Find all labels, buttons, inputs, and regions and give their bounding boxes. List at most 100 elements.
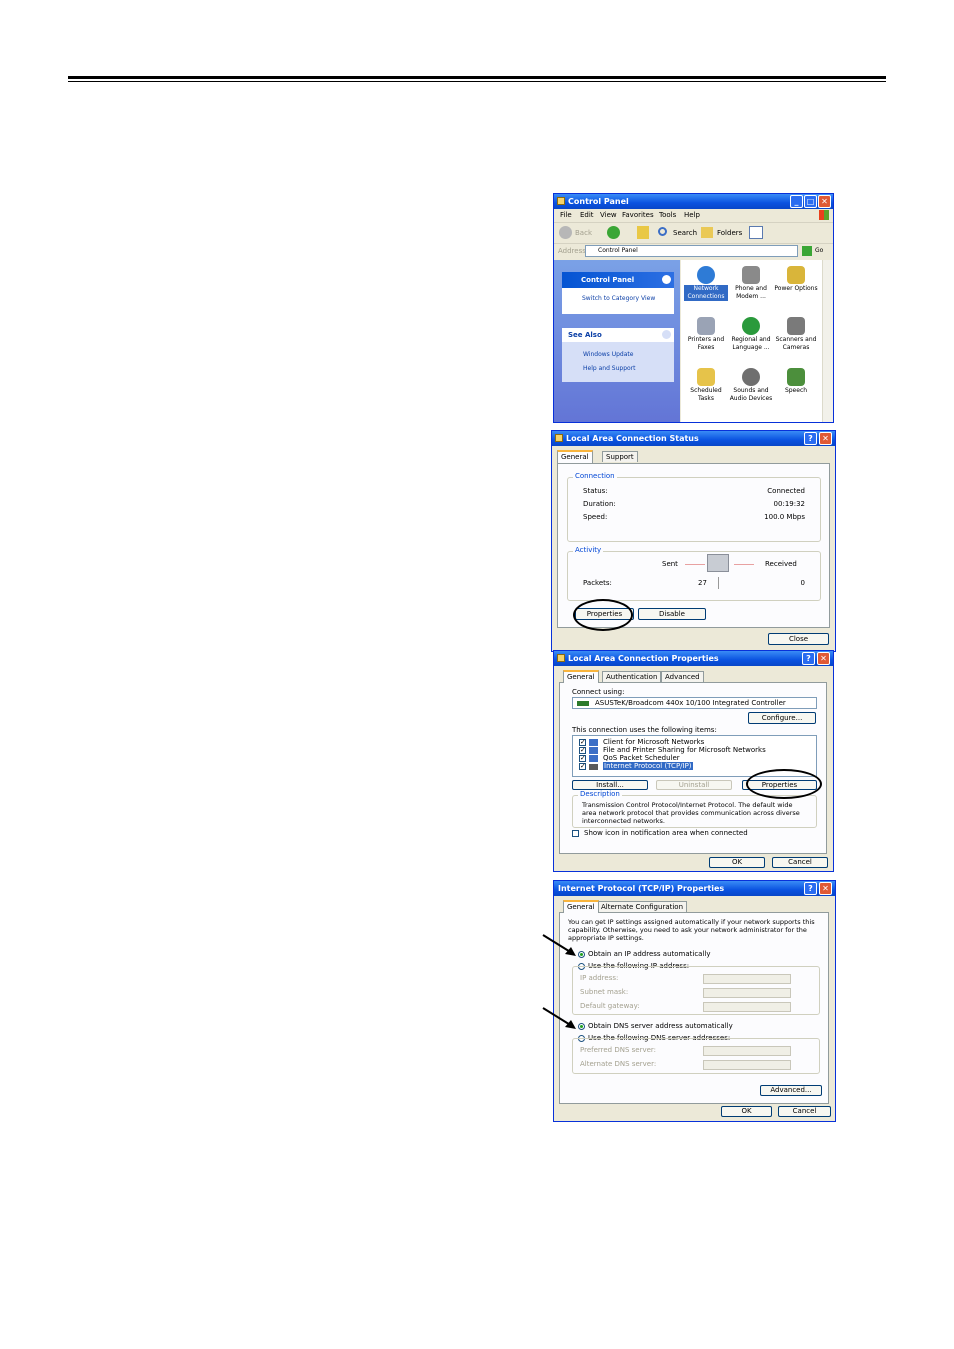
- cancel-button[interactable]: Cancel: [772, 857, 828, 868]
- scheduled-tasks-item[interactable]: Scheduled Tasks: [684, 368, 728, 403]
- tab-advanced[interactable]: Advanced: [661, 671, 704, 682]
- tab-alternate-configuration[interactable]: Alternate Configuration: [597, 901, 688, 912]
- folder-icon: [557, 197, 565, 205]
- item-qos[interactable]: QoS Packet Scheduler: [603, 754, 680, 762]
- description-text: Transmission Control Protocol/Internet P…: [582, 801, 800, 825]
- search-icon[interactable]: [658, 227, 667, 236]
- header-rule-thin: [68, 81, 886, 82]
- collapse-icon[interactable]: [662, 330, 671, 339]
- disable-button[interactable]: Disable: [638, 608, 706, 620]
- ok-button[interactable]: OK: [709, 857, 765, 868]
- scanners-cameras-item[interactable]: Scanners and Cameras: [774, 317, 818, 352]
- address-bar: Address Control Panel Go: [554, 244, 833, 259]
- address-input[interactable]: Control Panel: [585, 245, 798, 257]
- default-gateway-label: Default gateway:: [580, 1002, 640, 1010]
- views-icon[interactable]: [749, 226, 763, 239]
- qos-icon: [589, 755, 598, 762]
- up-folder-icon[interactable]: [637, 226, 649, 239]
- menu-help[interactable]: Help: [684, 211, 700, 219]
- go-button[interactable]: Go: [815, 247, 823, 254]
- network-icon: [555, 434, 563, 442]
- close-x-button[interactable]: ✕: [819, 432, 832, 445]
- switch-view-link[interactable]: Switch to Category View: [582, 295, 655, 302]
- network-connections-item[interactable]: Network Connections: [684, 266, 728, 301]
- help-button[interactable]: ?: [804, 882, 817, 895]
- checkbox-file-printer[interactable]: ✓: [579, 747, 586, 754]
- maximize-button[interactable]: □: [804, 195, 817, 208]
- show-icon-label: Show icon in notification area when conn…: [584, 829, 748, 837]
- props-dialog: Local Area Connection Properties ? ✕ Gen…: [553, 650, 834, 872]
- tab-support[interactable]: Support: [602, 451, 638, 462]
- show-icon-checkbox[interactable]: [572, 830, 579, 837]
- connection-group-title: Connection: [573, 472, 617, 480]
- props-dialog-title: Local Area Connection Properties: [568, 654, 719, 663]
- item-tcpip[interactable]: Internet Protocol (TCP/IP): [603, 762, 693, 770]
- close-x-button[interactable]: ✕: [819, 882, 832, 895]
- close-x-button[interactable]: ✕: [817, 652, 830, 665]
- install-button[interactable]: Install...: [572, 780, 648, 790]
- duration-label: Duration:: [583, 500, 616, 508]
- received-label: Received: [765, 560, 797, 568]
- checkbox-client[interactable]: ✓: [579, 739, 586, 746]
- tab-general[interactable]: General: [563, 670, 599, 683]
- folders-icon[interactable]: [701, 227, 713, 238]
- props-dialog-titlebar[interactable]: Local Area Connection Properties ? ✕: [554, 651, 833, 666]
- forward-icon[interactable]: [607, 226, 620, 239]
- back-button[interactable]: Back: [575, 229, 592, 237]
- arrow-obtain-ip: [542, 934, 576, 956]
- computers-activity-icon: [707, 554, 729, 572]
- tab-authentication[interactable]: Authentication: [602, 671, 662, 682]
- advanced-button[interactable]: Advanced...: [760, 1085, 822, 1096]
- power-options-item[interactable]: Power Options: [774, 266, 818, 293]
- minimize-button[interactable]: _: [790, 195, 803, 208]
- tab-general[interactable]: General: [557, 450, 593, 463]
- item-file-printer[interactable]: File and Printer Sharing for Microsoft N…: [603, 746, 766, 754]
- go-arrow-icon[interactable]: [802, 246, 812, 256]
- item-client[interactable]: Client for Microsoft Networks: [603, 738, 704, 746]
- collapse-icon[interactable]: [662, 275, 671, 284]
- speed-label: Speed:: [583, 513, 608, 521]
- ok-button[interactable]: OK: [721, 1106, 772, 1117]
- sounds-audio-item[interactable]: Sounds and Audio Devices: [729, 368, 773, 403]
- configure-button[interactable]: Configure...: [748, 712, 816, 724]
- obtain-dns-label: Obtain DNS server address automatically: [588, 1022, 733, 1030]
- activity-group: Activity Sent Received Packets: 27 0: [567, 546, 821, 601]
- windows-update-link[interactable]: Windows Update: [583, 351, 633, 358]
- close-button[interactable]: Close: [768, 633, 829, 645]
- control-panel-titlebar[interactable]: Control Panel _ □ ✕: [554, 194, 833, 209]
- cancel-button[interactable]: Cancel: [778, 1106, 831, 1117]
- tab-general[interactable]: General: [563, 900, 599, 913]
- phone-modem-item[interactable]: Phone and Modem ...: [729, 266, 773, 301]
- status-dialog-title: Local Area Connection Status: [566, 434, 699, 443]
- speech-item[interactable]: Speech: [774, 368, 818, 395]
- speed-value: 100.0 Mbps: [764, 513, 805, 521]
- menu-edit[interactable]: Edit: [580, 211, 594, 219]
- close-button[interactable]: ✕: [818, 195, 831, 208]
- tcpip-dialog-titlebar[interactable]: Internet Protocol (TCP/IP) Properties ? …: [554, 881, 835, 896]
- printers-faxes-item[interactable]: Printers and Faxes: [684, 317, 728, 352]
- properties-button[interactable]: Properties: [742, 780, 817, 790]
- menu-view[interactable]: View: [600, 211, 617, 219]
- vertical-scrollbar[interactable]: [822, 260, 833, 422]
- help-button[interactable]: ?: [804, 432, 817, 445]
- help-support-link[interactable]: Help and Support: [583, 365, 636, 372]
- checkbox-tcpip[interactable]: ✓: [579, 763, 586, 770]
- status-dialog-titlebar[interactable]: Local Area Connection Status ? ✕: [552, 431, 835, 446]
- menu-file[interactable]: File: [560, 211, 572, 219]
- props-panel: Connect using: ASUSTeK/Broadcom 440x 10/…: [559, 682, 827, 854]
- search-button[interactable]: Search: [673, 229, 697, 237]
- menu-tools[interactable]: Tools: [659, 211, 676, 219]
- checkbox-qos[interactable]: ✓: [579, 755, 586, 762]
- globe-icon: [742, 317, 760, 335]
- activity-group-title: Activity: [573, 546, 604, 554]
- see-also-header: See Also: [562, 328, 674, 342]
- menu-favorites[interactable]: Favorites: [622, 211, 654, 219]
- back-icon[interactable]: [559, 226, 572, 239]
- share-icon: [589, 747, 598, 754]
- regional-language-item[interactable]: Regional and Language ...: [729, 317, 773, 352]
- help-button[interactable]: ?: [802, 652, 815, 665]
- uninstall-button: Uninstall: [656, 780, 732, 790]
- properties-button[interactable]: Properties: [575, 608, 634, 620]
- subnet-mask-input: [703, 988, 791, 998]
- folders-button[interactable]: Folders: [717, 229, 742, 237]
